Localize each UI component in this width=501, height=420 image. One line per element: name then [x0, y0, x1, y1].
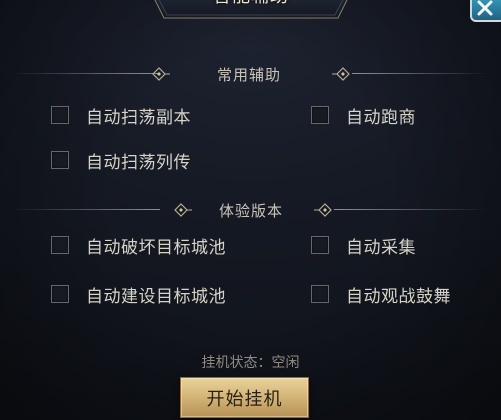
option-auto-build-city[interactable]: 自动建设目标城池 [51, 282, 226, 307]
section-header-trial: 体验版本 [12, 198, 488, 222]
section-title-trial: 体验版本 [219, 202, 284, 220]
diamond-ornament-icon [174, 203, 192, 217]
option-auto-trade-run[interactable]: 自动跑商 [311, 103, 416, 128]
diamond-ornament-icon [332, 67, 350, 81]
checkbox[interactable] [311, 285, 329, 303]
start-idle-button[interactable]: 开始挂机 [180, 377, 309, 418]
close-button[interactable] [470, 0, 501, 22]
option-label: 自动扫荡副本 [86, 107, 191, 128]
section-title-common: 常用辅助 [217, 66, 282, 84]
option-label: 自动扫荡列传 [86, 152, 191, 173]
checkbox[interactable] [311, 106, 329, 124]
smart-assist-panel: 智能辅助 常用辅助 [0, 0, 501, 420]
divider-line-right [334, 209, 488, 210]
option-label: 自动建设目标城池 [86, 286, 226, 307]
option-auto-destroy-city[interactable]: 自动破坏目标城池 [51, 233, 226, 258]
option-label: 自动观战鼓舞 [346, 286, 451, 307]
checkbox[interactable] [51, 236, 69, 254]
diamond-ornament-icon [314, 203, 332, 217]
option-auto-sweep-biography[interactable]: 自动扫荡列传 [51, 148, 191, 173]
window-title: 智能辅助 [152, 0, 350, 8]
option-label: 自动跑商 [346, 107, 416, 128]
divider-line-left [12, 209, 160, 210]
checkbox[interactable] [311, 236, 329, 254]
start-idle-button-label: 开始挂机 [206, 388, 283, 410]
divider-line-right [352, 73, 488, 74]
option-auto-spectate-inspire[interactable]: 自动观战鼓舞 [311, 282, 451, 307]
checkbox[interactable] [51, 285, 69, 303]
diamond-ornament-icon [152, 67, 170, 81]
title-tab: 智能辅助 [152, 0, 350, 22]
option-label: 自动采集 [346, 237, 416, 258]
option-auto-gather[interactable]: 自动采集 [311, 233, 416, 258]
checkbox[interactable] [51, 151, 69, 169]
section-header-common: 常用辅助 [12, 62, 488, 86]
divider-line-left [12, 73, 160, 74]
checkbox[interactable] [51, 106, 69, 124]
close-icon [470, 0, 501, 22]
option-label: 自动破坏目标城池 [86, 237, 226, 258]
idle-status-text: 挂机状态：空闲 [201, 355, 300, 371]
option-auto-sweep-dungeon[interactable]: 自动扫荡副本 [51, 103, 191, 128]
